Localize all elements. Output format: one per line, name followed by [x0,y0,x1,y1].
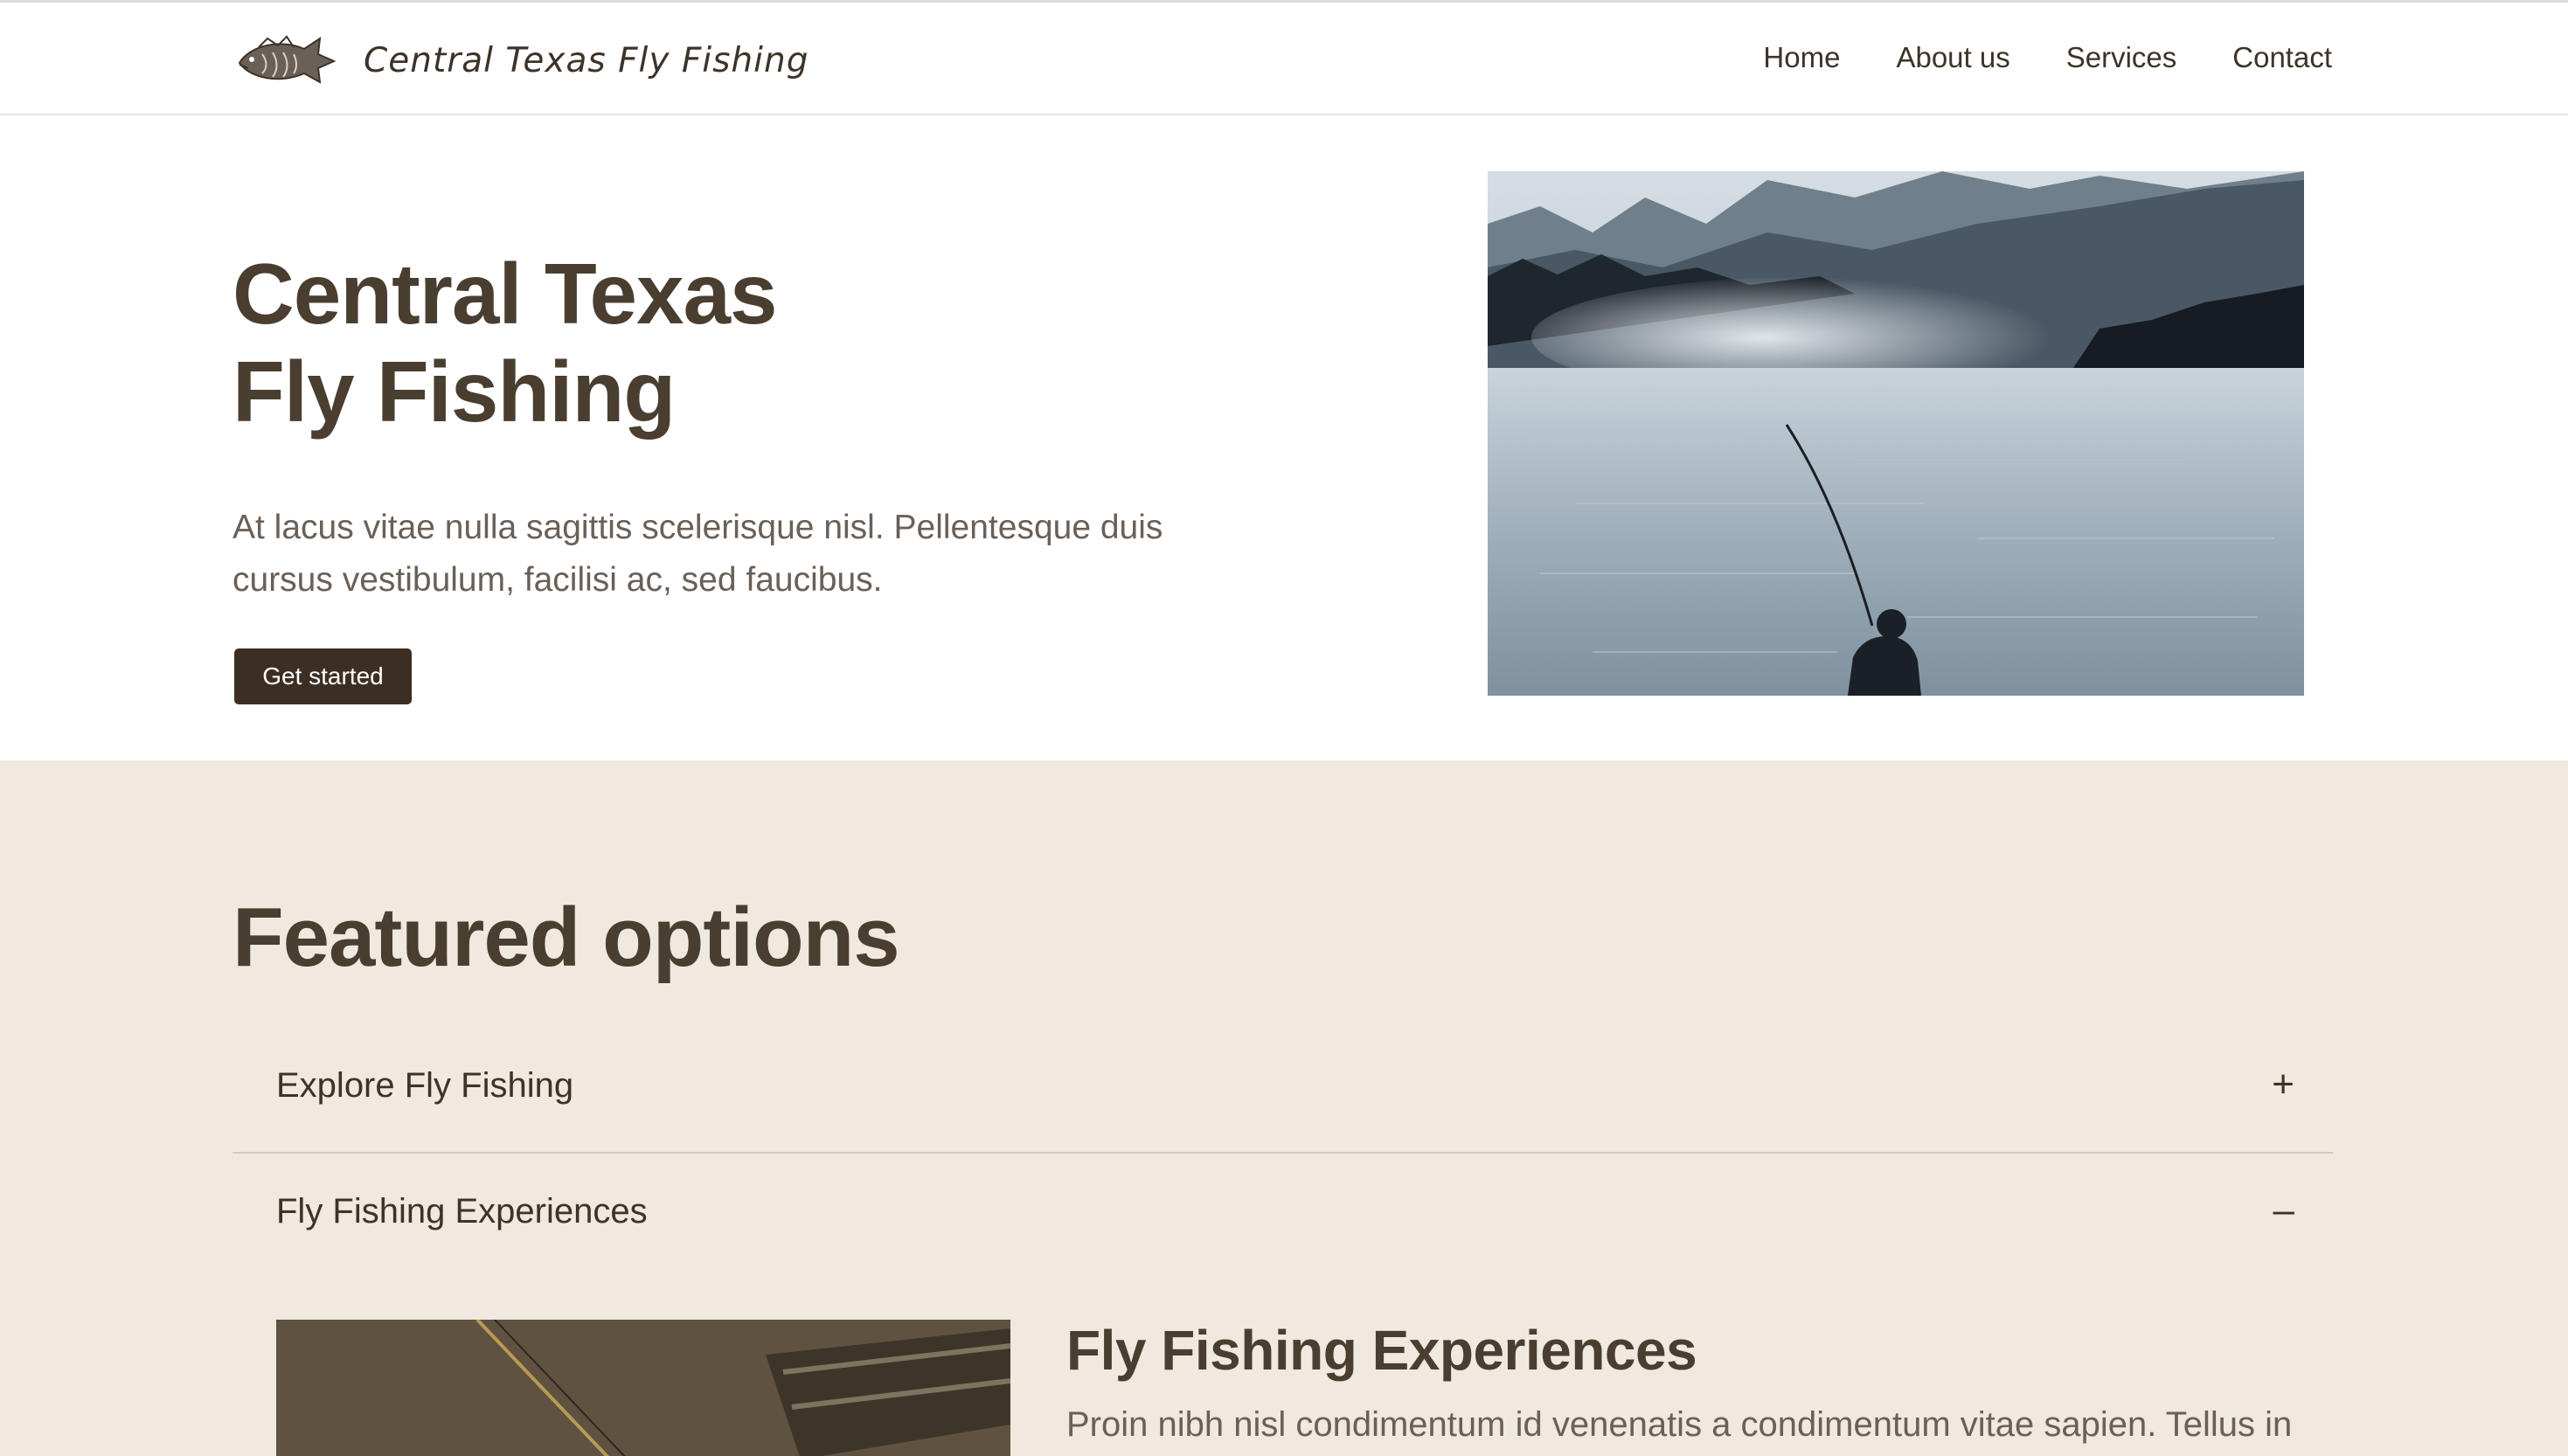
site-header: Central Texas Fly Fishing Home About us … [0,0,2568,115]
hero-title: Central Texas Fly Fishing [233,245,1019,440]
plus-icon[interactable]: + [2272,1063,2294,1106]
main-nav: Home About us Services Contact [1763,41,2332,74]
hero-title-line1: Central Texas [233,246,777,342]
accordion-label: Explore Fly Fishing [276,1066,574,1105]
featured-title: Featured options [233,891,900,984]
hero-image [1488,171,2304,696]
hero-description: At lacus vitae nulla sagittis scelerisqu… [233,509,1163,599]
accordion-item-experiences[interactable]: Fly Fishing Experiences – [233,1154,2333,1279]
hero-title-line2: Fly Fishing [233,343,676,440]
panel-title: Fly Fishing Experiences [1066,1319,1697,1382]
nav-link-services[interactable]: Services [2066,41,2177,74]
experience-image [276,1320,1010,1456]
hero-section: Central Texas Fly Fishing At lacus vitae… [0,115,2568,760]
accordion-item-explore[interactable]: Explore Fly Fishing + [233,1028,2333,1154]
accordion-label: Fly Fishing Experiences [276,1192,648,1231]
brand-logo[interactable]: Central Texas Fly Fishing [233,29,809,92]
fish-icon [238,35,337,84]
nav-link-home[interactable]: Home [1763,41,1840,74]
panel-description: Proin nibh nisl condimentum id venenatis… [1066,1405,2293,1444]
nav-link-about[interactable]: About us [1896,41,2009,74]
brand-name: Central Texas Fly Fishing [364,40,809,80]
get-started-button[interactable]: Get started [234,648,412,704]
nav-link-contact[interactable]: Contact [2232,41,2332,74]
minus-icon[interactable]: – [2273,1189,2294,1232]
